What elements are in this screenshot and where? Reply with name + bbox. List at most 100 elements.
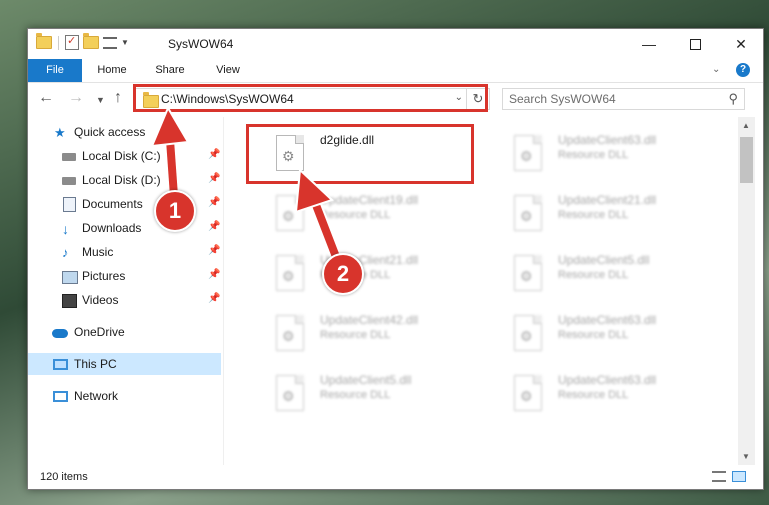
pin-icon: 📌 [208,245,221,256]
expand-ribbon-icon[interactable]: ⌄ [712,64,720,75]
address-highlight-box [133,84,488,112]
pin-icon: 📌 [208,269,221,280]
tab-share[interactable]: Share [148,59,192,82]
search-input[interactable] [509,92,709,106]
dll-file-icon: ⚙ [276,255,304,291]
gear-icon: ⚙ [282,268,295,284]
file-item[interactable]: ⚙ UpdateClient63.dll Resource DLL [486,365,716,421]
maximize-button[interactable] [672,29,718,59]
back-button[interactable]: ← [38,89,54,107]
dll-file-icon: ⚙ [514,255,542,291]
file-highlight-box [246,124,474,184]
file-name: UpdateClient5.dll [558,253,650,267]
search-icon[interactable]: ⚲ [728,91,738,107]
sidebar-item-label: Local Disk (D:) [82,173,161,187]
scroll-down-icon[interactable]: ▼ [742,452,750,461]
gear-icon: ⚙ [520,268,533,284]
sidebar-item-onedrive[interactable]: OneDrive [28,321,221,343]
maximize-icon [689,38,701,50]
explorer-window: ▼ SysWOW64 — ✕ File Home Share View ⌄ ? … [27,28,764,490]
sidebar-item-label: Documents [82,197,143,211]
sidebar-item-label: Pictures [82,269,126,283]
video-icon [62,294,77,308]
step-1-badge: 1 [154,190,196,232]
gear-icon: ⚙ [520,388,533,404]
file-item[interactable]: ⚙ UpdateClient63.dll Resource DLL [486,305,716,361]
ribbon: File Home Share View ⌄ ? [28,59,763,83]
sidebar-item-label: Videos [82,293,119,307]
recent-locations-button[interactable]: ▼ [96,95,105,105]
file-type: Resource DLL [558,389,629,401]
sidebar-item-local-disk-d[interactable]: Local Disk (D:) 📌 [28,169,221,191]
sidebar-item-local-disk-c[interactable]: Local Disk (C:) 📌 [28,145,221,167]
details-view-button[interactable] [712,471,726,482]
sidebar-item-music[interactable]: ♪ Music 📌 [28,241,221,263]
dll-file-icon: ⚙ [276,375,304,411]
close-button[interactable]: ✕ [718,29,764,59]
sidebar-item-label: Music [82,245,114,259]
scrollbar-thumb[interactable] [740,137,753,183]
dll-file-icon: ⚙ [514,135,542,171]
file-type: Resource DLL [320,329,391,341]
window-title: SysWOW64 [168,37,234,51]
sidebar-item-label: Quick access [74,125,146,139]
minimize-button[interactable]: — [626,29,672,59]
sidebar-item-label: Network [74,389,119,403]
file-item[interactable]: ⚙ UpdateClient63.dll Resource DLL [486,125,716,181]
sidebar-item-pictures[interactable]: Pictures 📌 [28,265,221,287]
sidebar-item-videos[interactable]: Videos 📌 [28,289,221,311]
help-icon[interactable]: ? [736,63,750,77]
up-button[interactable]: ↑ [114,89,122,107]
tab-home[interactable]: Home [90,59,134,82]
file-type: Resource DLL [320,209,391,221]
vertical-scrollbar[interactable]: ▲ ▼ [738,117,755,465]
sidebar-item-this-pc[interactable]: This PC [28,353,221,375]
file-type: Resource DLL [558,149,629,161]
gear-icon: ⚙ [282,388,295,404]
tab-file[interactable]: File [28,59,82,82]
file-name: UpdateClient63.dll [558,313,657,327]
file-type: Resource DLL [558,209,629,221]
pin-icon: 📌 [208,293,221,304]
sidebar-item-quick-access[interactable]: ★ Quick access [28,121,221,143]
file-name: UpdateClient42.dll [320,313,419,327]
file-name: UpdateClient21.dll [558,193,657,207]
file-item[interactable]: ⚙ UpdateClient19.dll Resource DLL [248,185,478,241]
gear-icon: ⚙ [520,208,533,224]
file-item[interactable]: ⚙ UpdateClient42.dll Resource DLL [248,305,478,361]
disk-icon [62,177,76,185]
file-type: Resource DLL [558,329,629,341]
new-folder-icon[interactable] [83,33,99,49]
gear-icon: ⚙ [520,148,533,164]
file-type: Resource DLL [558,269,629,281]
tab-view[interactable]: View [206,59,250,82]
scroll-up-icon[interactable]: ▲ [742,121,750,130]
download-icon: ↓ [62,221,69,237]
tiles-view-button[interactable] [732,471,746,482]
file-item[interactable]: ⚙ UpdateClient5.dll Resource DLL [248,365,478,421]
status-bar: 120 items [28,465,763,489]
file-name: UpdateClient19.dll [320,193,419,207]
file-item[interactable]: ⚙ UpdateClient21.dll Resource DLL [486,185,716,241]
gear-icon: ⚙ [520,328,533,344]
folder-icon [36,33,52,49]
quick-access-toolbar: ▼ [36,33,129,50]
dll-file-icon: ⚙ [514,375,542,411]
dll-file-icon: ⚙ [276,195,304,231]
step-2-badge: 2 [322,253,364,295]
cloud-icon [52,329,68,338]
forward-button[interactable]: → [68,89,84,107]
chevron-down-icon[interactable]: ▼ [121,38,129,47]
sidebar-item-label: Downloads [82,221,142,235]
gear-icon: ⚙ [282,208,295,224]
music-icon: ♪ [62,245,69,260]
view-icon[interactable] [103,36,117,49]
pin-icon: 📌 [208,221,221,232]
pin-icon: 📌 [208,197,221,208]
sidebar-item-network[interactable]: Network [28,385,221,407]
document-icon [63,197,76,212]
search-box[interactable]: ⚲ [502,88,745,110]
sidebar-item-label: Local Disk (C:) [82,149,161,163]
file-item[interactable]: ⚙ UpdateClient5.dll Resource DLL [486,245,716,301]
properties-icon[interactable] [65,34,79,50]
